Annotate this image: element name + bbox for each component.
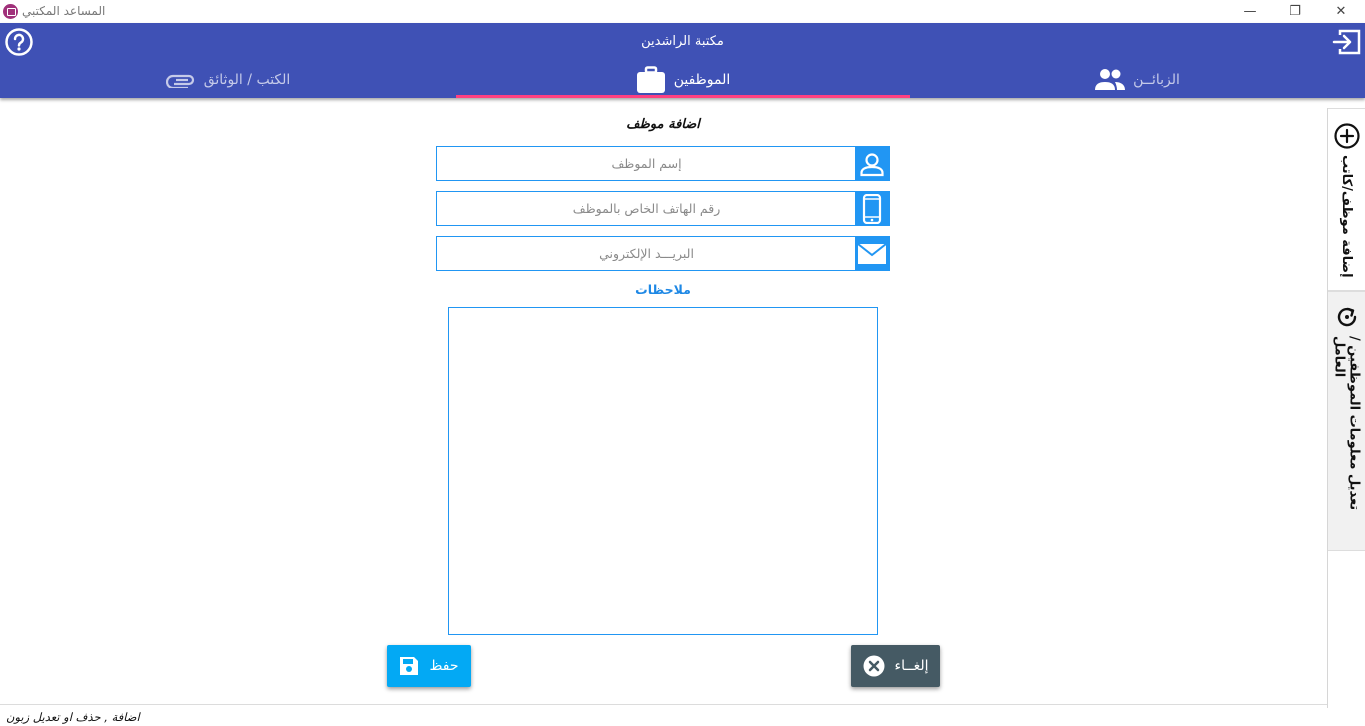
tab-label: الموظفين bbox=[673, 71, 731, 88]
briefcase-icon bbox=[636, 65, 665, 93]
tab-label: الزبائــن bbox=[1133, 71, 1180, 88]
employee-phone-input[interactable] bbox=[437, 192, 856, 225]
side-tab-edit-employees[interactable]: تعديل معلومات الموظفين / العامل bbox=[1328, 291, 1365, 551]
tab-employees[interactable]: الموظفين bbox=[456, 61, 910, 98]
app-header: مكتبة الراشدين الكتب / الوثائق الموظفين … bbox=[0, 23, 1365, 98]
employee-name-input[interactable] bbox=[437, 147, 856, 180]
exit-icon bbox=[1332, 29, 1361, 55]
exit-button[interactable] bbox=[1331, 26, 1363, 58]
app-logo-icon bbox=[3, 4, 18, 19]
side-tab-label: تعديل معلومات الموظفين / العامل bbox=[1331, 336, 1362, 511]
tab-customers[interactable]: الزبائــن bbox=[910, 61, 1365, 98]
title-bar: المساعد المكتبي — ❐ ✕ bbox=[0, 0, 1365, 23]
person-icon bbox=[855, 147, 889, 180]
side-tab-label: إضافة موظف/كاتب bbox=[1339, 155, 1354, 278]
employee-email-field bbox=[436, 236, 890, 271]
side-tab-add-employee[interactable]: إضافة موظف/كاتب bbox=[1328, 108, 1365, 291]
status-divider bbox=[0, 704, 1327, 705]
cancel-button[interactable]: إلغــاء bbox=[851, 645, 940, 687]
employee-phone-field bbox=[436, 191, 890, 226]
tab-label: الكتب / الوثائق bbox=[203, 71, 291, 88]
cancel-button-label: إلغــاء bbox=[894, 658, 929, 674]
paperclip-icon bbox=[165, 74, 194, 88]
email-icon bbox=[855, 237, 889, 270]
status-text: اضافة , حذف او تعديل زبون bbox=[6, 710, 140, 724]
save-button-label: حفظ bbox=[429, 658, 459, 674]
minimize-button[interactable]: — bbox=[1227, 0, 1273, 23]
notes-textarea[interactable] bbox=[448, 307, 878, 635]
phone-icon bbox=[855, 192, 889, 225]
tab-books-documents[interactable]: الكتب / الوثائق bbox=[0, 61, 456, 98]
people-icon bbox=[1095, 68, 1126, 90]
employee-email-input[interactable] bbox=[437, 237, 856, 270]
restore-button[interactable]: ❐ bbox=[1272, 0, 1318, 23]
employee-name-field bbox=[436, 146, 890, 181]
notes-label: ملاحظات bbox=[635, 282, 691, 297]
save-button[interactable]: حفظ bbox=[387, 645, 471, 687]
floppy-disk-icon bbox=[400, 657, 419, 675]
window-title: المساعد المكتبي bbox=[22, 4, 106, 18]
page-title: مكتبة الراشدين bbox=[641, 34, 724, 49]
active-tab-indicator bbox=[456, 95, 910, 98]
refresh-icon bbox=[1337, 307, 1357, 327]
app-window: المساعد المكتبي — ❐ ✕ مكتبة الراشدين الك… bbox=[0, 0, 1365, 726]
form-title: اضافة موظف bbox=[626, 117, 700, 132]
add-circle-icon bbox=[1334, 123, 1360, 149]
close-button[interactable]: ✕ bbox=[1318, 0, 1364, 23]
close-circle-icon bbox=[863, 655, 885, 677]
